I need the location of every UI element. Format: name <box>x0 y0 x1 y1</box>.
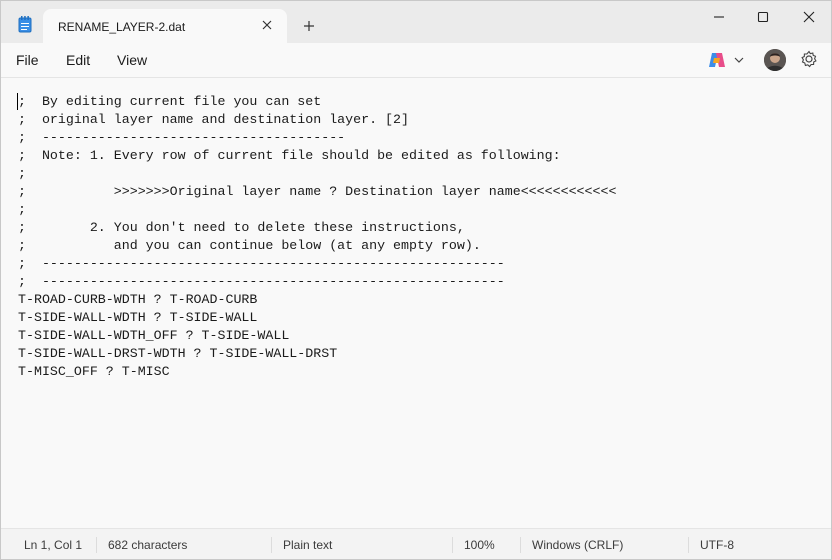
status-cursor-position: Ln 1, Col 1 <box>24 538 83 552</box>
editor-line: T-SIDE-WALL-WDTH ? T-SIDE-WALL <box>18 310 258 325</box>
editor-line: T-MISC_OFF ? T-MISC <box>18 364 170 379</box>
menu-file[interactable]: File <box>16 52 39 68</box>
close-tab-icon[interactable] <box>260 18 274 32</box>
text-editor-area[interactable]: ; By editing current file you can set ; … <box>1 78 831 526</box>
status-line-ending: Windows (CRLF) <box>532 538 624 552</box>
maximize-icon <box>757 11 769 23</box>
tab-title: RENAME_LAYER-2.dat <box>58 20 186 34</box>
copilot-icon[interactable] <box>707 51 727 69</box>
editor-line: ; <box>18 202 26 217</box>
avatar[interactable] <box>764 49 786 71</box>
editor-line: T-ROAD-CURB-WDTH ? T-ROAD-CURB <box>18 292 258 307</box>
editor-line: ; >>>>>>>Original layer name ? Destinati… <box>18 184 617 199</box>
status-bar: Ln 1, Col 1 682 characters Plain text 10… <box>1 528 831 559</box>
editor-line: ; <box>18 166 26 181</box>
title-bar: RENAME_LAYER-2.dat <box>1 1 831 43</box>
editor-line: ; --------------------------------------… <box>18 256 505 271</box>
editor-line: ; Note: 1. Every row of current file sho… <box>18 148 561 163</box>
notepad-window: RENAME_LAYER-2.dat File Edit View ; By e… <box>0 0 832 560</box>
status-divider <box>688 537 689 553</box>
editor-line: ; -------------------------------------- <box>18 130 346 145</box>
status-divider <box>271 537 272 553</box>
editor-line: ; 2. You don't need to delete these inst… <box>18 220 465 235</box>
close-window-button[interactable] <box>789 7 829 27</box>
status-encoding: UTF-8 <box>700 538 734 552</box>
settings-gear-icon[interactable] <box>800 50 818 68</box>
user-avatar-icon <box>764 49 786 71</box>
editor-line: T-SIDE-WALL-WDTH_OFF ? T-SIDE-WALL <box>18 328 290 343</box>
status-divider <box>520 537 521 553</box>
status-divider <box>96 537 97 553</box>
menu-view[interactable]: View <box>117 52 147 68</box>
status-divider <box>452 537 453 553</box>
menu-edit[interactable]: Edit <box>66 52 90 68</box>
editor-line: ; --------------------------------------… <box>18 274 505 289</box>
notepad-app-icon <box>18 16 32 33</box>
editor-line: ; By editing current file you can set <box>18 94 322 109</box>
editor-line: ; original layer name and destination la… <box>18 112 409 127</box>
status-character-count: 682 characters <box>108 538 188 552</box>
close-icon <box>803 11 815 23</box>
minimize-icon <box>714 16 724 18</box>
maximize-button[interactable] <box>743 7 783 27</box>
status-format: Plain text <box>283 538 333 552</box>
chevron-down-icon[interactable] <box>734 56 744 64</box>
editor-line: T-SIDE-WALL-DRST-WDTH ? T-SIDE-WALL-DRST <box>18 346 338 361</box>
status-zoom[interactable]: 100% <box>464 538 495 552</box>
editor-text[interactable]: ; By editing current file you can set ; … <box>18 93 616 381</box>
tab-file[interactable]: RENAME_LAYER-2.dat <box>43 9 287 43</box>
minimize-button[interactable] <box>699 7 739 27</box>
editor-line: ; and you can continue below (at any emp… <box>18 238 481 253</box>
new-tab-icon[interactable] <box>302 19 316 33</box>
